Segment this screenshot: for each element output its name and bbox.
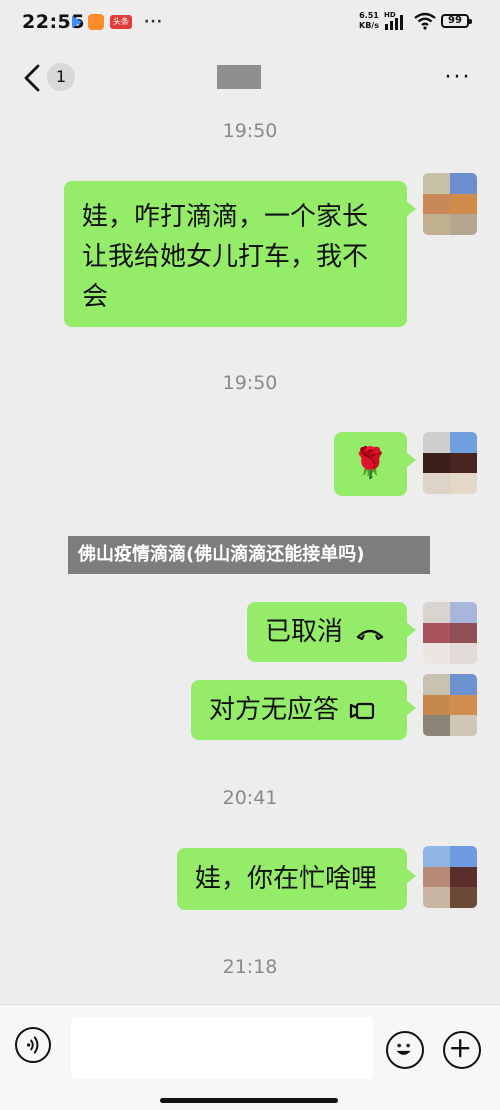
unread-count-badge[interactable]: 1 <box>47 63 75 91</box>
avatar[interactable] <box>423 602 477 664</box>
input-bar <box>0 1004 500 1110</box>
wifi-icon <box>414 12 436 30</box>
chat-header: 1 ··· <box>0 48 500 108</box>
news-app-icon: 头条 <box>110 15 132 29</box>
cell-signal-icon <box>385 14 403 30</box>
emoji-icon[interactable] <box>386 1031 424 1069</box>
message-bubble[interactable]: 娃，你在忙啥哩 <box>177 848 416 910</box>
home-indicator[interactable] <box>160 1098 338 1103</box>
overlay-caption: 佛山疫情滴滴(佛山滴滴还能接单吗) <box>68 536 430 574</box>
avatar[interactable] <box>423 173 477 235</box>
timestamp: 19:50 <box>222 120 278 142</box>
plus-icon[interactable] <box>443 1031 481 1069</box>
call-no-answer-bubble[interactable]: 对方无应答 <box>191 680 416 740</box>
chat-screen: 22:55 头条 ··· 6.51 KB/s HD 99 1 ··· 19:50… <box>0 0 500 1110</box>
timestamp: 20:41 <box>222 787 278 809</box>
avatar[interactable] <box>423 846 477 908</box>
video-app-icon <box>72 16 82 28</box>
message-input[interactable] <box>71 1017 373 1079</box>
network-speed: 6.51 KB/s <box>359 11 379 30</box>
video-camera-icon <box>349 702 375 719</box>
sticker-bubble[interactable]: 🌹 <box>334 432 416 496</box>
call-cancelled-bubble[interactable]: 已取消 <box>247 602 416 662</box>
battery-indicator: 99 <box>441 14 472 28</box>
status-bar: 22:55 头条 ··· 6.51 KB/s HD 99 <box>0 0 500 44</box>
avatar[interactable] <box>423 674 477 736</box>
timestamp: 19:50 <box>222 372 278 394</box>
notification-icons: 头条 ··· <box>72 14 163 30</box>
more-options-button[interactable]: ··· <box>441 66 475 90</box>
more-notifications-icon: ··· <box>144 14 163 30</box>
shopping-app-icon <box>88 14 104 30</box>
avatar[interactable] <box>423 432 477 494</box>
voice-icon[interactable] <box>15 1027 51 1063</box>
timestamp: 21:18 <box>222 956 278 978</box>
phone-hangup-icon <box>356 629 384 640</box>
back-button[interactable] <box>18 62 48 94</box>
message-bubble[interactable]: 娃，咋打滴滴，一个家长 让我给她女儿打车，我不 会 <box>64 181 416 327</box>
rose-icon: 🌹 <box>351 446 390 481</box>
contact-name <box>217 65 261 89</box>
